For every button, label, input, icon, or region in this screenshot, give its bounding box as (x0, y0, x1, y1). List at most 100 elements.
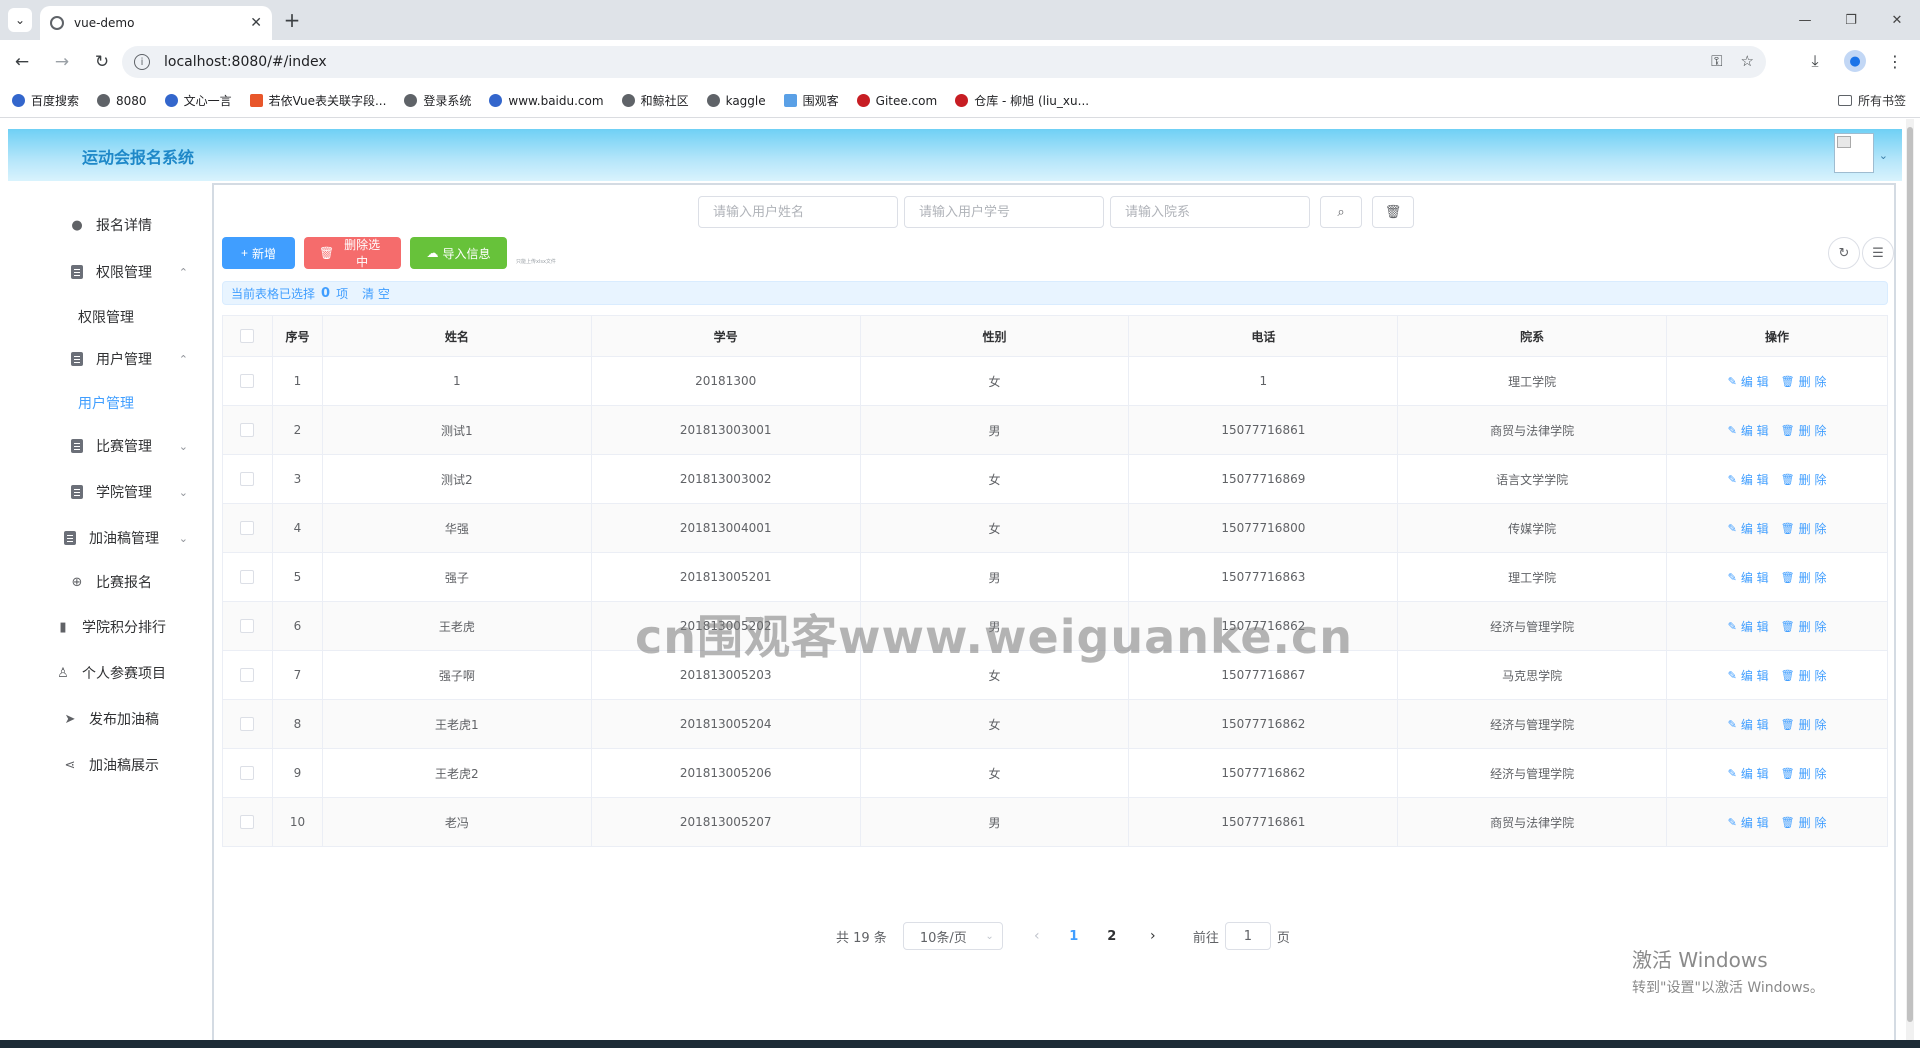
table-row[interactable]: 3 测试2 201813003002 女 15077716869 语言文学学院 ✎ 编 辑 🗑 删… (222, 454, 1888, 504)
sidebar-item[interactable]: 加油稿管理 ⌄ (8, 516, 208, 560)
row-checkbox[interactable] (240, 815, 255, 830)
sidebar-item[interactable]: 学院管理 ⌄ (8, 470, 208, 514)
table-row[interactable]: 4 华强 201813004001 女 15077716800 传媒学院 ✎ 编 辑 🗑 删 除 (222, 503, 1888, 553)
scrollbar-thumb[interactable] (1907, 127, 1913, 1022)
bookmark-item[interactable]: 登录系统 (404, 92, 471, 109)
delete-button[interactable]: 🗑 删 除 (1781, 716, 1827, 733)
address-url[interactable]: localhost:8080/#/index (164, 54, 327, 70)
delete-button[interactable]: 🗑 删 除 (1781, 520, 1827, 537)
edit-button[interactable]: ✎ 编 辑 (1728, 471, 1769, 488)
chevron-down-icon[interactable]: ⌄ (1879, 149, 1888, 162)
site-info-icon[interactable]: i (134, 54, 150, 70)
user-avatar[interactable] (1834, 133, 1874, 173)
sidebar-item[interactable]: ▮ 学院积分排行 (8, 605, 208, 649)
prev-page-icon[interactable]: ‹ (1023, 928, 1051, 944)
sidebar-item[interactable]: ⊕ 比赛报名 (8, 560, 208, 604)
delete-button[interactable]: 🗑 删 除 (1781, 667, 1827, 684)
sidebar-item[interactable]: 比赛管理 ⌄ (8, 424, 208, 468)
edit-button[interactable]: ✎ 编 辑 (1728, 765, 1769, 782)
sidebar-subitem[interactable]: 用户管理 (78, 393, 134, 413)
address-bar[interactable]: i localhost:8080/#/index ⚿ ☆ (122, 46, 1766, 78)
dept-search-input[interactable] (1110, 196, 1310, 228)
goto-page-input[interactable] (1224, 922, 1271, 950)
page-1[interactable]: 1 (1059, 929, 1089, 944)
delete-button[interactable]: 🗑 删 除 (1781, 373, 1827, 390)
row-checkbox[interactable] (240, 570, 255, 585)
id-search-input[interactable] (904, 196, 1104, 228)
new-tab-icon[interactable]: + (280, 8, 304, 32)
delete-button[interactable]: 🗑 删 除 (1781, 422, 1827, 439)
row-checkbox[interactable] (240, 717, 255, 732)
row-checkbox[interactable] (240, 374, 255, 389)
restore-icon[interactable]: ❐ (1828, 0, 1874, 40)
select-all-checkbox[interactable] (240, 329, 255, 344)
bookmark-item[interactable]: 若依Vue表关联字段... (249, 92, 386, 109)
close-window-icon[interactable]: ✕ (1874, 0, 1920, 40)
edit-button[interactable]: ✎ 编 辑 (1728, 814, 1769, 831)
tab-search-dropdown-icon[interactable]: ⌄ (8, 8, 32, 32)
close-tab-icon[interactable]: ✕ (250, 15, 262, 31)
delete-button[interactable]: 🗑 删 除 (1781, 765, 1827, 782)
reload-icon[interactable]: ↻ (84, 44, 120, 80)
reset-button[interactable]: 🗑 (1372, 196, 1414, 228)
table-row[interactable]: 9 王老虎2 201813005206 女 15077716862 经济与管理学院 ✎ 编 辑… (222, 748, 1888, 798)
edit-button[interactable]: ✎ 编 辑 (1728, 618, 1769, 635)
delete-button[interactable]: 🗑 删 除 (1781, 471, 1827, 488)
more-menu-icon[interactable]: ⋮ (1880, 46, 1910, 76)
minimize-icon[interactable]: — (1782, 0, 1828, 40)
bookmark-item[interactable]: 百度搜索 (12, 92, 79, 109)
bookmark-item[interactable]: 和鲸社区 (621, 92, 689, 109)
edit-button[interactable]: ✎ 编 辑 (1728, 716, 1769, 733)
edit-button[interactable]: ✎ 编 辑 (1728, 569, 1769, 586)
table-row[interactable]: 10 老冯 201813005207 男 15077716861 商贸与法律学院 ✎ 编 辑 🗑… (222, 797, 1888, 847)
import-button[interactable]: ☁ 导入信息 (410, 237, 507, 269)
delete-button[interactable]: 🗑 删 除 (1781, 814, 1827, 831)
refresh-button[interactable]: ↻ (1828, 237, 1860, 269)
bookmark-item[interactable]: kaggle (706, 94, 766, 108)
sidebar-item[interactable]: ⋖ 加油稿展示 (8, 743, 208, 787)
bookmark-item[interactable]: 8080 (97, 94, 147, 108)
row-checkbox[interactable] (240, 668, 255, 683)
row-checkbox[interactable] (240, 619, 255, 634)
all-bookmarks-folder[interactable]: 所有书签 (1837, 92, 1906, 109)
row-checkbox[interactable] (240, 521, 255, 536)
page-2[interactable]: 2 (1097, 929, 1127, 944)
page-size-select[interactable]: 10条/页 ⌄ (902, 922, 1003, 950)
bookmark-item[interactable]: 仓库 - 柳旭 (liu_xu... (955, 92, 1089, 109)
name-search-input[interactable] (698, 196, 898, 228)
sidebar-item[interactable]: ♙ 个人参赛项目 (8, 651, 208, 695)
column-settings-button[interactable]: ☰ (1862, 237, 1894, 269)
edit-button[interactable]: ✎ 编 辑 (1728, 667, 1769, 684)
row-checkbox[interactable] (240, 423, 255, 438)
bookmark-item[interactable]: www.baidu.com (489, 94, 604, 108)
delete-button[interactable]: 🗑 删 除 (1781, 618, 1827, 635)
row-checkbox[interactable] (240, 766, 255, 781)
edit-button[interactable]: ✎ 编 辑 (1728, 422, 1769, 439)
sidebar-subitem[interactable]: 权限管理 (78, 307, 134, 327)
browser-tab[interactable]: vue-demo ✕ (40, 6, 272, 40)
download-icon[interactable]: ⤓ (1800, 46, 1830, 76)
next-page-icon[interactable]: › (1139, 928, 1167, 944)
table-row[interactable]: 1 1 20181300 女 1 理工学院 ✎ 编 辑 🗑 删 除 (222, 356, 1888, 406)
bookmark-item[interactable]: 围观客 (783, 92, 839, 109)
bookmark-star-icon[interactable]: ☆ (1741, 52, 1754, 70)
sidebar-item[interactable]: ● 报名详情 (8, 203, 208, 247)
profile-avatar-icon[interactable]: ● (1844, 50, 1866, 72)
table-row[interactable]: 2 测试1 201813003001 男 15077716861 商贸与法律学院 ✎ 编 辑 🗑… (222, 405, 1888, 455)
forward-arrow-icon[interactable]: → (44, 44, 80, 80)
sidebar-item[interactable]: 权限管理 ⌃ (8, 250, 208, 294)
password-key-icon[interactable]: ⚿ (1711, 52, 1722, 70)
page-scrollbar[interactable] (1906, 119, 1914, 1040)
delete-selected-button[interactable]: 🗑 删除选中 (304, 237, 401, 269)
search-button[interactable]: ⌕ (1320, 196, 1362, 228)
edit-button[interactable]: ✎ 编 辑 (1728, 373, 1769, 390)
row-checkbox[interactable] (240, 472, 255, 487)
table-row[interactable]: 8 王老虎1 201813005204 女 15077716862 经济与管理学院 ✎ 编 辑… (222, 699, 1888, 749)
add-button[interactable]: + 新增 (222, 237, 295, 269)
back-arrow-icon[interactable]: ← (4, 44, 40, 80)
sidebar-item[interactable]: 用户管理 ⌃ (8, 337, 208, 381)
edit-button[interactable]: ✎ 编 辑 (1728, 520, 1769, 537)
table-row[interactable]: 5 强子 201813005201 男 15077716863 理工学院 ✎ 编 辑 🗑 删 除 (222, 552, 1888, 602)
sidebar-item[interactable]: ➤ 发布加油稿 (8, 697, 208, 741)
bookmark-item[interactable]: 文心一言 (164, 92, 232, 109)
